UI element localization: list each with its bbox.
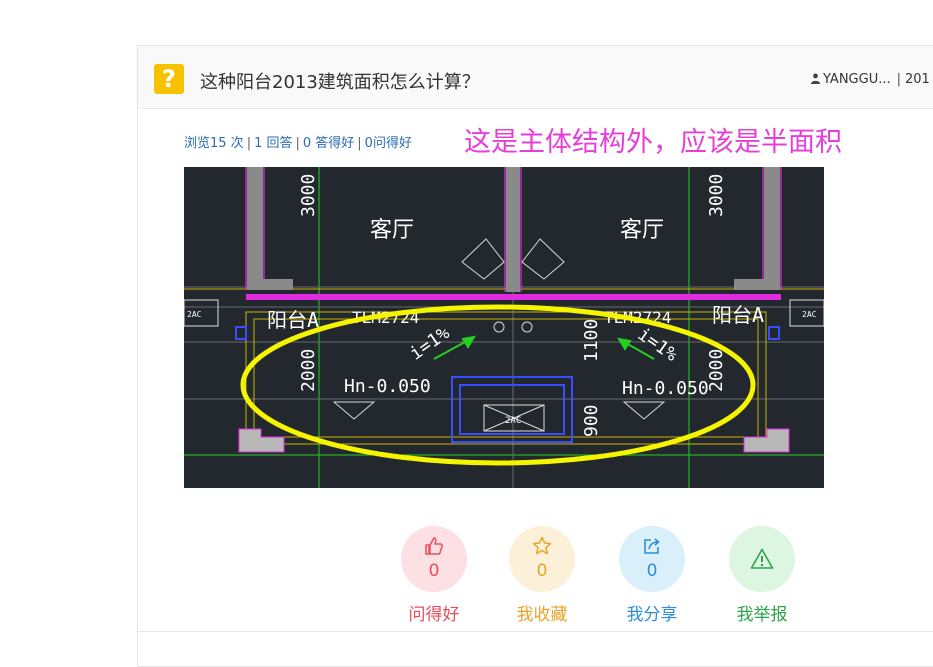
question-actions: 0 问得好 0 我收藏 0 我分享 我举报 bbox=[138, 526, 933, 636]
question-likes-count: 0问得好 bbox=[364, 136, 412, 151]
question-stats: 浏览15 次 | 1 回答 | 0 答得好 | 0问得好 bbox=[184, 132, 412, 151]
favorite-label: 我收藏 bbox=[516, 605, 568, 625]
ac-label-left: 2AC bbox=[187, 310, 202, 319]
stats-separator: | bbox=[357, 136, 362, 151]
question-card: ? 这种阳台2013建筑面积怎么计算？ YANGGU... | 201 浏览15 次… bbox=[137, 45, 933, 667]
slope-label-left: i=1% bbox=[406, 322, 454, 364]
room-label-right: 客厅 bbox=[620, 218, 664, 243]
warning-icon bbox=[750, 548, 774, 569]
balcony-label-right: 阳台A bbox=[712, 303, 764, 327]
dimension-top-left: 3000 bbox=[298, 174, 319, 217]
room-label-left: 客厅 bbox=[370, 218, 414, 243]
answer-likes-count: 0 答得好 bbox=[302, 136, 355, 151]
dimension-1100: 1100 bbox=[581, 319, 602, 362]
like-count: 0 bbox=[428, 561, 440, 581]
question-header: ? 这种阳台2013建筑面积怎么计算？ YANGGU... | 201 bbox=[138, 46, 933, 109]
dimension-900: 900 bbox=[581, 404, 602, 437]
favorite-count: 0 bbox=[536, 561, 548, 581]
stats-separator: | bbox=[246, 136, 252, 151]
divider bbox=[138, 631, 933, 632]
star-icon bbox=[532, 536, 552, 555]
dimension-mid-right: 2000 bbox=[706, 349, 727, 392]
answers-count[interactable]: 1 回答 bbox=[254, 136, 292, 151]
cad-drawing: 客厅 客厅 阳台A 阳台A TLM2724 TLM2724 i=1% i=1% … bbox=[184, 167, 824, 488]
elevation-label-left: Hn-0.050 bbox=[344, 376, 431, 397]
question-meta: YANGGU... | 201 bbox=[810, 72, 930, 87]
report-button[interactable]: 我举报 bbox=[722, 526, 802, 625]
share-label: 我分享 bbox=[626, 605, 678, 625]
elevation-label-right: Hn-0.050 bbox=[622, 378, 709, 399]
question-mark-icon: ? bbox=[154, 64, 184, 94]
question-title: 这种阳台2013建筑面积怎么计算？ bbox=[200, 72, 480, 93]
like-button[interactable]: 0 问得好 bbox=[394, 526, 474, 625]
question-date: 201 bbox=[905, 72, 930, 87]
share-count: 0 bbox=[646, 561, 658, 581]
share-icon bbox=[644, 538, 660, 554]
balcony-label-left: 阳台A bbox=[267, 308, 319, 332]
views-count: 浏览15 次 bbox=[184, 136, 244, 151]
author-link[interactable]: YANGGU... bbox=[823, 72, 891, 87]
ac-label-right: 2AC bbox=[802, 310, 817, 319]
dimension-mid-left: 2000 bbox=[298, 349, 319, 392]
favorite-button[interactable]: 0 我收藏 bbox=[502, 526, 582, 625]
dimension-top-right: 3000 bbox=[706, 174, 727, 217]
report-label: 我举报 bbox=[736, 605, 788, 625]
annotation-note: 这是主体结构外，应该是半面积 bbox=[464, 127, 842, 158]
ac-label-center: 2AC bbox=[505, 416, 521, 426]
like-label: 问得好 bbox=[408, 605, 460, 625]
meta-separator: | bbox=[896, 72, 901, 87]
cad-drawing-image[interactable]: 客厅 客厅 阳台A 阳台A TLM2724 TLM2724 i=1% i=1% … bbox=[184, 167, 824, 488]
share-button[interactable]: 0 我分享 bbox=[612, 526, 692, 625]
thumbs-up-icon bbox=[425, 537, 443, 555]
user-icon bbox=[810, 73, 821, 84]
stats-separator: | bbox=[295, 136, 300, 151]
